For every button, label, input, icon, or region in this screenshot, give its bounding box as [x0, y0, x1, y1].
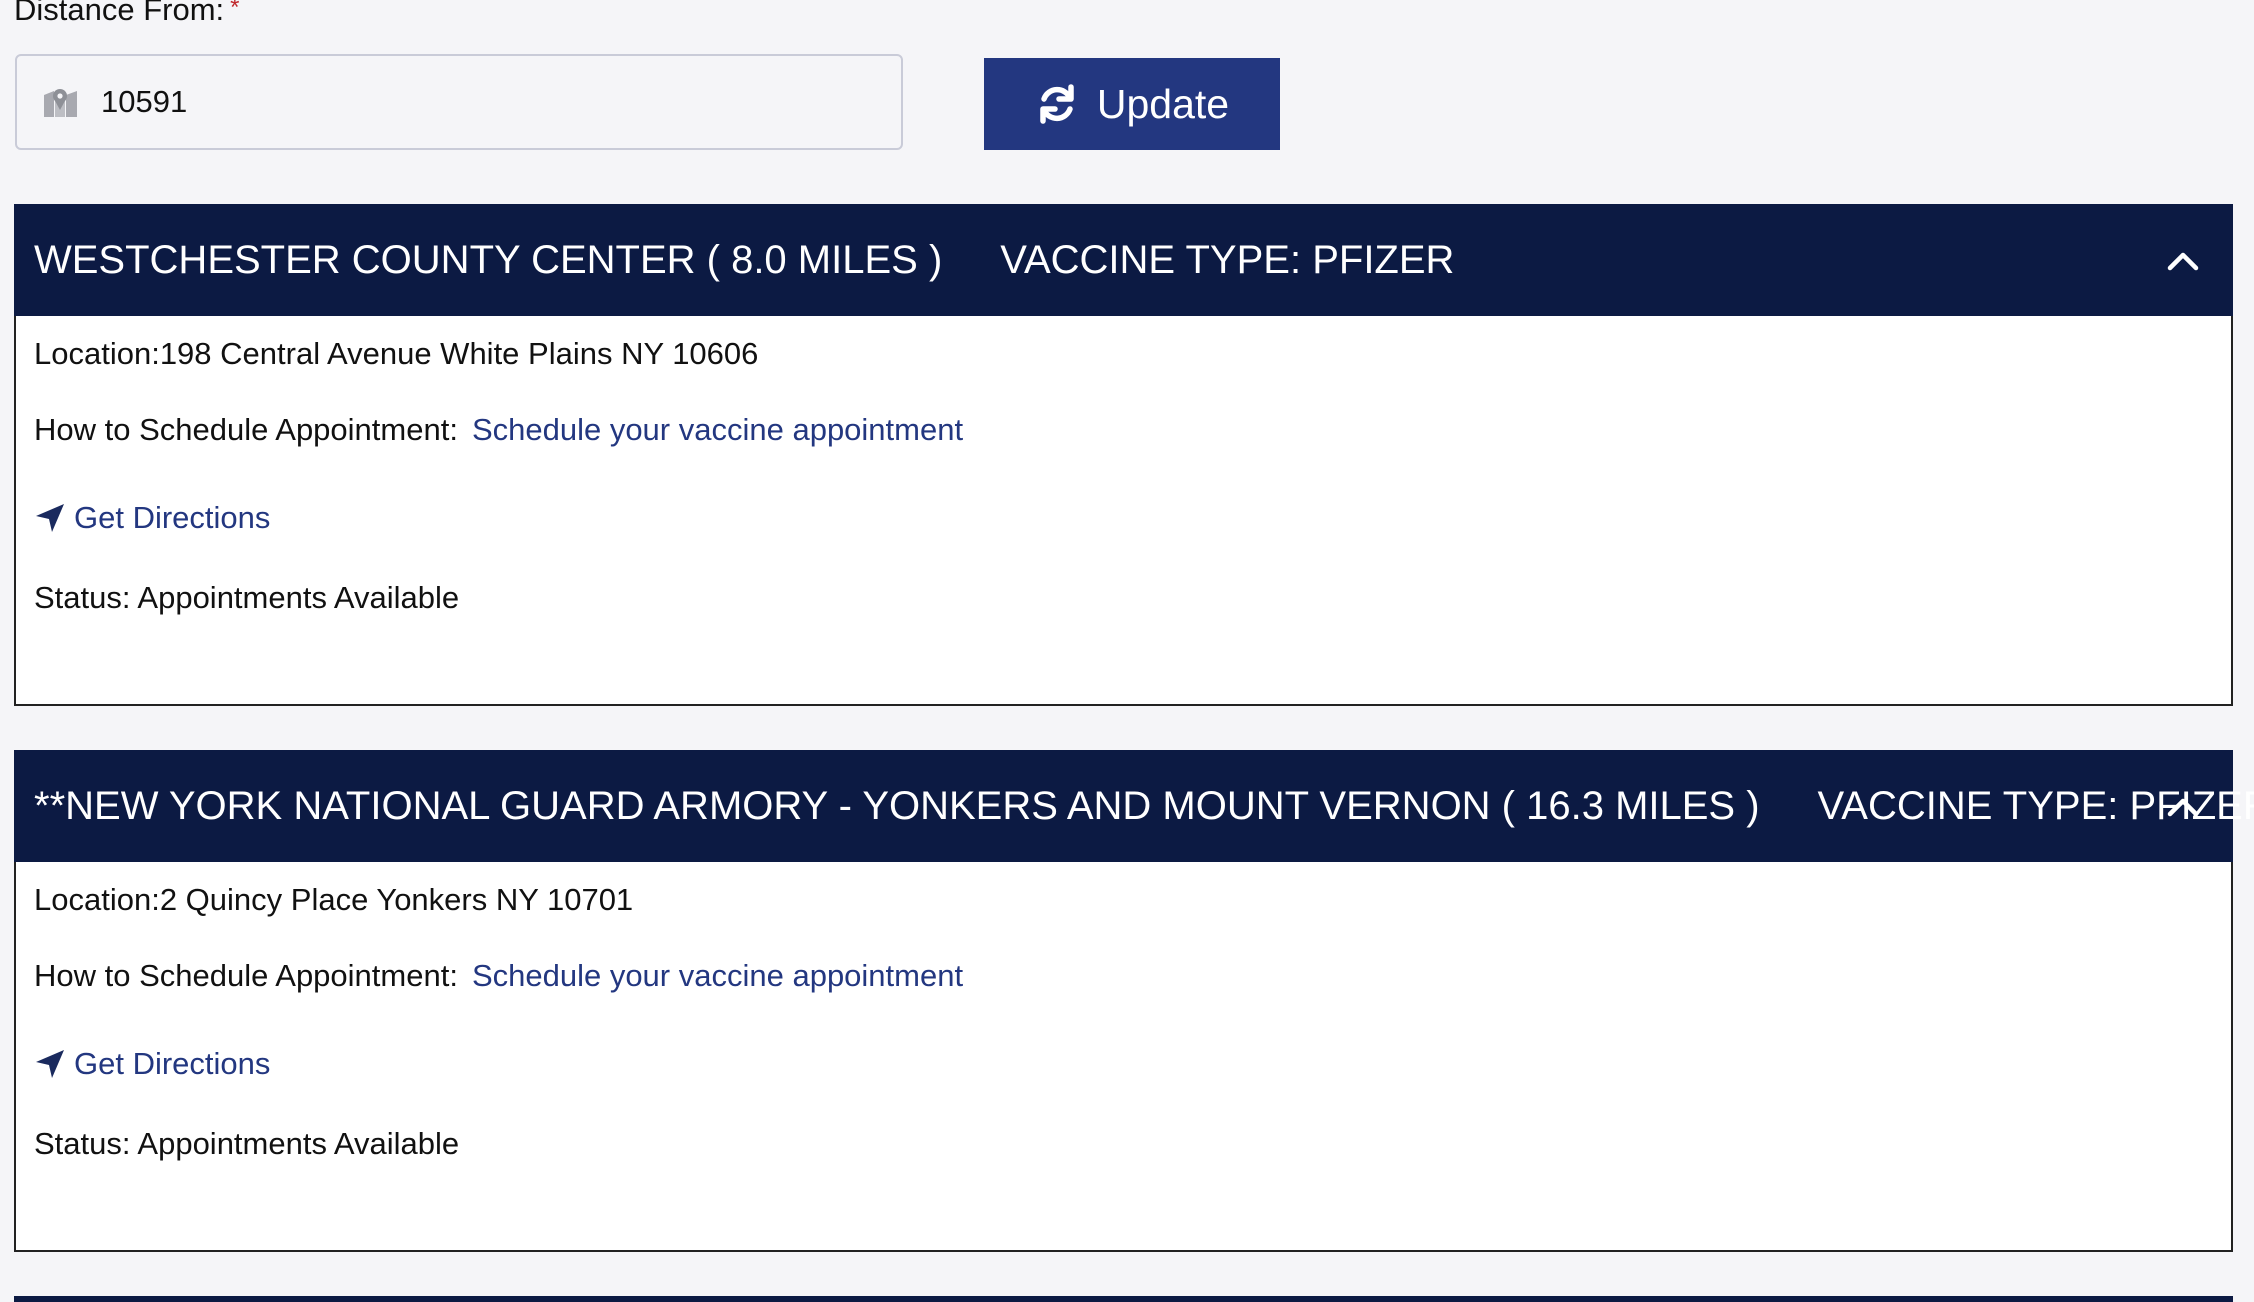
schedule-appointment-link[interactable]: Schedule your vaccine appointment	[472, 412, 963, 447]
refresh-icon	[1035, 82, 1079, 126]
schedule-appointment-link[interactable]: Schedule your vaccine appointment	[472, 958, 963, 993]
update-button[interactable]: Update	[984, 58, 1280, 150]
zip-code-input[interactable]	[101, 72, 861, 132]
next-site-header-edge	[14, 1296, 2233, 1302]
vaccine-type: VACCINE TYPE: PFIZER	[1000, 237, 1455, 282]
distance-from-text: Distance From:	[14, 0, 225, 27]
site-location: Location:198 Central Avenue White Plains…	[34, 336, 759, 371]
status-value: Appointments Available	[137, 580, 460, 615]
map-icon	[41, 82, 81, 122]
get-directions-link[interactable]: Get Directions	[34, 500, 270, 536]
required-asterisk: *	[230, 0, 240, 21]
site-name: WESTCHESTER COUNTY CENTER ( 8.0 MILES )	[34, 237, 943, 282]
zip-input-container[interactable]	[15, 54, 903, 150]
schedule-row: How to Schedule Appointment: Schedule you…	[34, 958, 963, 994]
site-card: WESTCHESTER COUNTY CENTER ( 8.0 MILES ) …	[14, 204, 2233, 706]
site-header[interactable]: WESTCHESTER COUNTY CENTER ( 8.0 MILES ) …	[14, 204, 2233, 316]
distance-from-label: Distance From: *	[14, 0, 240, 32]
navigation-arrow-icon	[34, 502, 66, 534]
get-directions-label: Get Directions	[74, 1046, 271, 1081]
status-label: Status:	[34, 1126, 131, 1161]
schedule-row: How to Schedule Appointment: Schedule you…	[34, 412, 963, 448]
status-value: Appointments Available	[137, 1126, 460, 1161]
status-label: Status:	[34, 580, 131, 615]
site-name: **NEW YORK NATIONAL GUARD ARMORY - YONKE…	[34, 783, 1760, 828]
status-row: Status: Appointments Available	[34, 1126, 459, 1162]
site-location: Location:2 Quincy Place Yonkers NY 10701	[34, 882, 634, 917]
status-row: Status: Appointments Available	[34, 580, 459, 616]
get-directions-label: Get Directions	[74, 500, 271, 535]
schedule-label: How to Schedule Appointment:	[34, 412, 458, 447]
site-details: Location:198 Central Avenue White Plains…	[14, 316, 2233, 706]
site-details: Location:2 Quincy Place Yonkers NY 10701…	[14, 862, 2233, 1252]
chevron-up-icon[interactable]	[2163, 246, 2203, 276]
schedule-label: How to Schedule Appointment:	[34, 958, 458, 993]
navigation-arrow-icon	[34, 1048, 66, 1080]
get-directions-link[interactable]: Get Directions	[34, 1046, 270, 1082]
site-header[interactable]: **NEW YORK NATIONAL GUARD ARMORY - YONKE…	[14, 750, 2254, 862]
chevron-up-icon[interactable]	[2163, 792, 2203, 822]
update-label: Update	[1096, 80, 1230, 127]
site-card: **NEW YORK NATIONAL GUARD ARMORY - YONKE…	[14, 750, 2254, 1252]
